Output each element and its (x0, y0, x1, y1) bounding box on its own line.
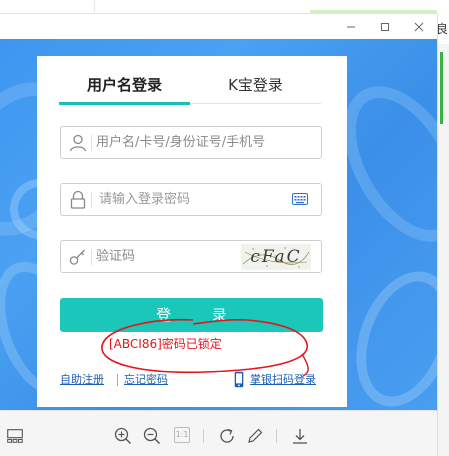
login-links: 自助注册 忘记密码 掌银扫码登录 (37, 371, 347, 389)
maximize-button[interactable] (370, 14, 400, 39)
toolbar-separator (276, 429, 277, 443)
tab-label: 用户名登录 (86, 76, 162, 94)
forgot-password-link[interactable]: 忘记密码 (124, 371, 168, 389)
zoom-in-button[interactable] (114, 427, 132, 445)
right-side-panel: 良 (437, 14, 449, 456)
password-placeholder: 请输入登录密码 (99, 192, 191, 207)
password-field[interactable]: 请输入登录密码 (60, 183, 322, 216)
maximize-icon (381, 22, 389, 31)
register-link[interactable]: 自助注册 (60, 371, 104, 389)
close-button[interactable] (404, 14, 434, 39)
image-stage: 用户名登录 K宝登录 用户名/卡号/身份证号/手机号 请输入登录密码 验证码 c… (0, 39, 437, 410)
zoom-out-button[interactable] (143, 427, 161, 445)
right-side-tab[interactable]: 良 (438, 14, 449, 44)
field-divider (91, 135, 92, 151)
sidebar-toggle-icon (7, 429, 23, 443)
tab-active-indicator (59, 102, 190, 105)
outer-divider (94, 0, 95, 12)
zoom-in-icon (114, 427, 132, 445)
phone-icon (234, 371, 244, 388)
user-icon (69, 134, 87, 152)
toolbar-separator (203, 429, 204, 443)
edit-icon (248, 428, 263, 443)
right-green-marker (440, 52, 443, 124)
links-separator (117, 374, 118, 386)
actual-size-button[interactable]: 1:1 (174, 427, 190, 443)
minimize-icon (347, 26, 355, 27)
download-button[interactable] (291, 427, 309, 445)
scan-login-link[interactable]: 掌银扫码登录 (250, 371, 316, 389)
rotate-button[interactable] (218, 427, 236, 445)
rotate-icon (220, 428, 234, 443)
viewer-titlebar (0, 14, 437, 39)
download-icon (293, 429, 307, 444)
background-swirl (338, 257, 437, 410)
field-divider (91, 249, 92, 265)
keyboard-icon[interactable] (292, 192, 308, 206)
error-message: [ABCI86]密码已锁定 (109, 337, 222, 351)
close-icon (414, 22, 424, 31)
username-field[interactable]: 用户名/卡号/身份证号/手机号 (60, 126, 322, 159)
lock-icon (70, 190, 86, 209)
username-placeholder: 用户名/卡号/身份证号/手机号 (96, 135, 266, 150)
login-card: 用户名登录 K宝登录 用户名/卡号/身份证号/手机号 请输入登录密码 验证码 c… (37, 56, 347, 407)
captcha-placeholder: 验证码 (96, 249, 136, 264)
minimize-button[interactable] (336, 14, 366, 39)
captcha-field[interactable]: 验证码 cFaC (60, 240, 322, 273)
viewer-toolbar: 1:1 (0, 410, 437, 456)
tab-kbao-login[interactable]: K宝登录 (190, 74, 321, 104)
key-icon (69, 249, 85, 265)
zoom-out-icon (143, 427, 161, 445)
field-divider (91, 192, 92, 208)
captcha-image[interactable]: cFaC (241, 244, 311, 270)
tab-username-login[interactable]: 用户名登录 (59, 74, 190, 105)
sidebar-toggle-button[interactable] (6, 427, 24, 445)
edit-button[interactable] (246, 427, 264, 445)
captcha-text: cFaC (250, 247, 302, 267)
login-tabs: 用户名登录 K宝登录 (59, 74, 321, 105)
tab-label: K宝登录 (228, 76, 283, 94)
